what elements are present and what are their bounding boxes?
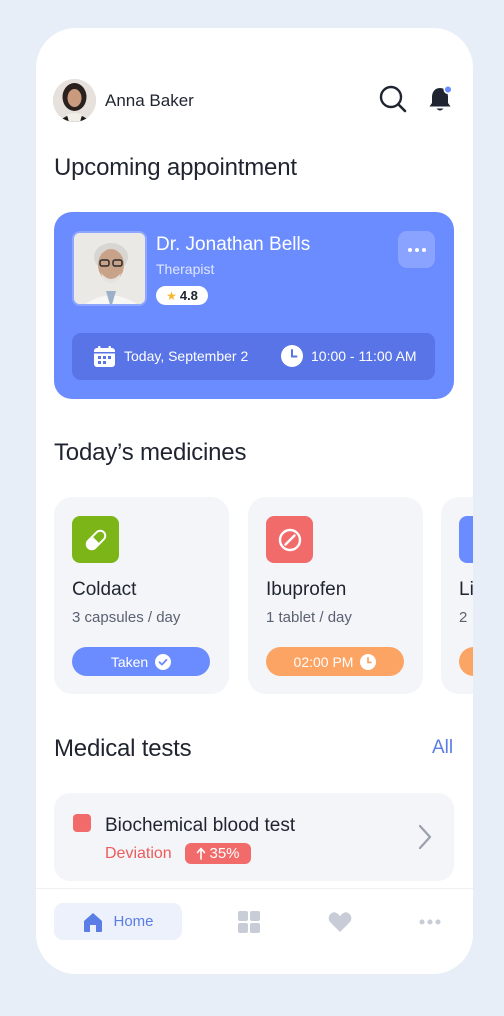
capsule-icon [72, 516, 119, 563]
nav-home-tab[interactable]: Home [54, 903, 182, 940]
tablet-icon [266, 516, 313, 563]
appointment-schedule-bar: Today, September 2 10:00 - 11:00 AM [72, 333, 435, 380]
medicine-card[interactable]: Li 2 [441, 497, 473, 694]
search-icon[interactable] [378, 84, 408, 114]
arrow-up-icon [197, 847, 206, 860]
deviation-badge: 35% [185, 843, 251, 864]
all-tests-link[interactable]: All [432, 737, 453, 759]
test-status: Deviation [105, 845, 172, 862]
doctor-photo [72, 231, 147, 306]
doctor-name: Dr. Jonathan Bells [156, 234, 311, 255]
dot [421, 247, 426, 252]
medicine-icon [459, 516, 473, 563]
reminder-time-button[interactable]: 02:00 PM [266, 647, 404, 676]
chevron-right-icon[interactable] [417, 823, 433, 851]
rating-value: 4.8 [179, 288, 198, 303]
dot [407, 247, 412, 252]
phone-screen: Anna Baker Upcoming appointment Dr. Jona… [36, 28, 473, 974]
reminder-time-button[interactable] [459, 647, 473, 676]
medicine-card[interactable]: Coldact 3 capsules / day Taken [54, 497, 229, 694]
medicine-name: Ibuprofen [266, 579, 347, 600]
medicine-status: 02:00 PM [293, 653, 354, 670]
check-circle-icon [155, 653, 172, 670]
rating-badge: ★ 4.8 [156, 286, 208, 305]
notification-bell-icon[interactable] [426, 84, 456, 114]
medicine-card[interactable]: Ibuprofen 1 tablet / day 02:00 PM [248, 497, 423, 694]
doctor-role: Therapist [156, 261, 215, 277]
test-name: Biochemical blood test [105, 815, 296, 836]
star-icon: ★ [166, 288, 177, 303]
clock-icon [360, 653, 377, 670]
medicine-dose: 2 [459, 609, 468, 626]
more-icon[interactable] [417, 909, 443, 935]
tests-section-title: Medical tests [54, 735, 192, 762]
dot [414, 247, 419, 252]
appointment-card[interactable]: Dr. Jonathan Bells Therapist ★ 4.8 Today… [54, 212, 454, 399]
medicines-section-title: Today’s medicines [54, 439, 247, 466]
heart-icon[interactable] [327, 909, 353, 935]
medicine-dose: 1 tablet / day [266, 609, 352, 626]
medical-test-card[interactable]: Biochemical blood test Deviation 35% [54, 793, 454, 881]
test-color-marker [73, 814, 91, 832]
user-avatar[interactable] [53, 79, 96, 122]
medicine-name: Li [459, 579, 473, 600]
deviation-value: 35% [209, 845, 240, 862]
more-options-button[interactable] [398, 231, 435, 268]
grid-icon[interactable] [236, 909, 262, 935]
clock-icon [281, 345, 303, 367]
medicine-name: Coldact [72, 579, 137, 600]
nav-divider [36, 888, 473, 889]
appointment-date: Today, September 2 [124, 348, 249, 364]
home-icon [84, 912, 103, 932]
taken-status-button[interactable]: Taken [72, 647, 210, 676]
nav-home-label: Home [113, 913, 154, 930]
calendar-icon [94, 346, 115, 367]
appointment-time: 10:00 - 11:00 AM [311, 348, 417, 364]
appointment-section-title: Upcoming appointment [54, 154, 297, 181]
user-name: Anna Baker [105, 91, 194, 110]
medicine-dose: 3 capsules / day [72, 609, 181, 626]
medicine-status: Taken [110, 653, 149, 670]
